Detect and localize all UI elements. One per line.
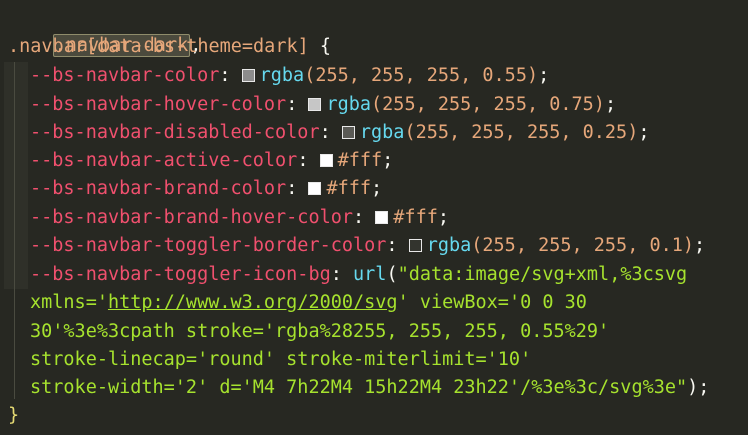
code-line-9[interactable]: --bs-navbar-toggler-border-color: rgba(2…	[8, 232, 705, 260]
semicolon: ;	[698, 377, 710, 398]
code-line-5[interactable]: --bs-navbar-disabled-color: rgba(255, 25…	[8, 119, 649, 147]
hex-value: #fff	[393, 207, 438, 228]
property: --bs-navbar-active-color	[30, 150, 298, 171]
args: (255, 255, 255, 0.25)	[404, 122, 639, 143]
code-line-1[interactable]: .navbar-dark,	[8, 4, 201, 57]
code-line-2[interactable]: .navbar[data-bs-theme=dark] {	[8, 33, 331, 61]
property: --bs-navbar-hover-color	[30, 94, 287, 115]
property: --bs-navbar-toggler-icon-bg	[30, 264, 331, 285]
semicolon: ;	[382, 150, 394, 171]
args: (255, 255, 255, 0.55)	[304, 65, 539, 86]
colon: :	[319, 122, 342, 143]
string: "data:image/svg+xml,%3csvg	[397, 264, 688, 285]
function: rgba	[426, 235, 472, 256]
colon: :	[219, 65, 242, 86]
code-line-7[interactable]: --bs-navbar-brand-color: #fff;	[8, 175, 382, 203]
open-paren: (	[386, 264, 398, 285]
attribute-selector: [data-bs-theme=dark]	[85, 36, 309, 57]
property: --bs-navbar-disabled-color	[30, 122, 320, 143]
color-swatch-icon[interactable]	[241, 69, 255, 82]
function: url	[353, 264, 387, 285]
color-swatch-icon[interactable]	[308, 182, 322, 195]
hex-value: #fff	[326, 178, 372, 199]
closing-brace: }	[8, 405, 20, 426]
semicolon: ;	[694, 235, 706, 256]
function: rgba	[259, 65, 305, 86]
property: --bs-navbar-color	[30, 65, 220, 86]
code-line-14[interactable]: stroke-width='2' d='M4 7h22M4 15h22M4 23…	[8, 374, 709, 402]
code-line-15[interactable]: }	[8, 402, 19, 430]
colon: :	[386, 235, 409, 256]
hex-value: #fff	[337, 150, 383, 171]
open-brace: {	[308, 36, 332, 57]
args: (255, 255, 255, 0.1)	[471, 235, 695, 256]
semicolon: ;	[437, 207, 449, 228]
string: xmlns='	[30, 292, 108, 313]
code-line-11[interactable]: xmlns='http://www.w3.org/2000/svg' viewB…	[8, 289, 587, 317]
string: stroke-linecap='round' stroke-miterlimit…	[30, 349, 532, 370]
color-swatch-icon[interactable]	[341, 126, 355, 139]
code-line-10[interactable]: --bs-navbar-toggler-icon-bg: url("data:i…	[8, 261, 687, 289]
close-paren: )	[687, 377, 699, 398]
args: (255, 255, 255, 0.75)	[371, 94, 605, 115]
function: rgba	[359, 122, 405, 143]
semicolon: ;	[638, 122, 650, 143]
code-line-6[interactable]: --bs-navbar-active-color: #fff;	[8, 147, 393, 175]
string: stroke-width='2' d='M4 7h22M4 15h22M4 23…	[30, 377, 688, 398]
property: --bs-navbar-toggler-border-color	[30, 235, 387, 256]
colon: :	[330, 264, 354, 285]
code-editor[interactable]: .navbar-dark, .navbar[data-bs-theme=dark…	[0, 0, 748, 435]
selector: .navbar	[8, 36, 86, 57]
url-link[interactable]: http://www.w3.org/2000/svg	[108, 292, 398, 313]
code-line-4[interactable]: --bs-navbar-hover-color: rgba(255, 255, …	[8, 91, 616, 119]
colon: :	[286, 94, 309, 115]
color-swatch-icon[interactable]	[375, 211, 389, 224]
colon: :	[353, 207, 376, 228]
function: rgba	[326, 94, 372, 115]
semicolon: ;	[604, 94, 617, 115]
string: 30'%3e%3cpath stroke='rgba%28255, 255, 2…	[30, 321, 610, 342]
property: --bs-navbar-brand-color	[30, 178, 287, 199]
code-line-8[interactable]: --bs-navbar-brand-hover-color: #fff;	[8, 204, 449, 232]
code-line-13[interactable]: stroke-linecap='round' stroke-miterlimit…	[8, 346, 531, 374]
colon: :	[297, 150, 320, 171]
colon: :	[286, 178, 309, 199]
semicolon: ;	[371, 178, 383, 199]
code-line-12[interactable]: 30'%3e%3cpath stroke='rgba%28255, 255, 2…	[8, 318, 609, 346]
code-line-3[interactable]: --bs-navbar-color: rgba(255, 255, 255, 0…	[8, 62, 549, 90]
color-swatch-icon[interactable]	[308, 98, 322, 111]
color-swatch-icon[interactable]	[319, 154, 333, 167]
semicolon: ;	[538, 65, 550, 86]
property: --bs-navbar-brand-hover-color	[30, 207, 354, 228]
string: ' viewBox='0 0 30	[397, 292, 587, 313]
color-swatch-icon[interactable]	[408, 239, 422, 252]
